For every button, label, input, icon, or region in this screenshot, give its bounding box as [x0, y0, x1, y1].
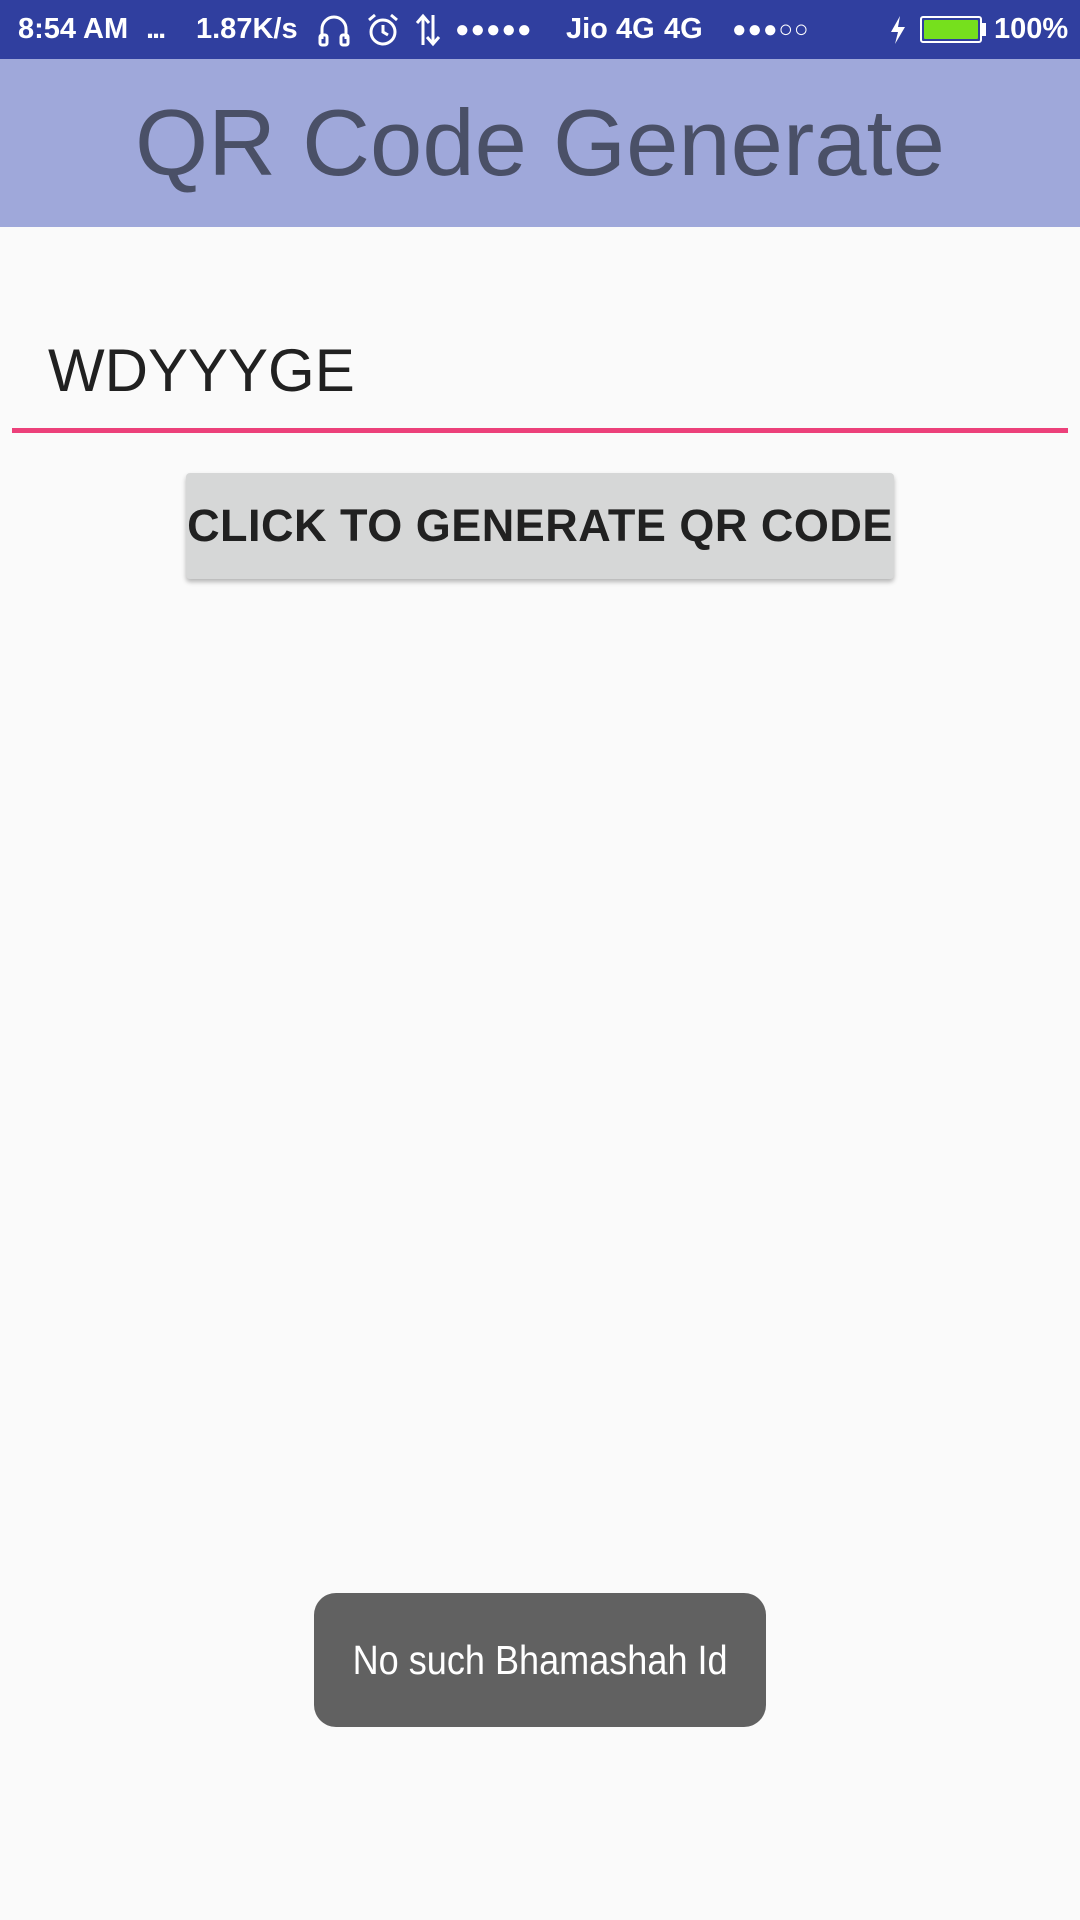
status-bar: 8:54 AM ... 1.87K/s ●●●●● Jio 4G 4G ●●●○…	[0, 0, 1080, 59]
status-network-type: 4G	[664, 13, 703, 45]
signal-strength-2: ●●●○○	[732, 16, 810, 43]
signal-strength-1: ●●●●●	[455, 16, 533, 43]
status-more-indicator: ...	[146, 13, 166, 45]
headphones-icon	[318, 0, 350, 59]
battery-icon	[920, 16, 982, 43]
alarm-icon	[366, 0, 400, 59]
status-carrier: Jio 4G	[566, 13, 655, 45]
app-title: QR Code Generate	[135, 90, 945, 195]
generate-qr-button[interactable]: CLICK TO GENERATE QR CODE	[186, 473, 894, 579]
toast-message: No such Bhamashah Id	[314, 1593, 766, 1727]
app-bar: QR Code Generate	[0, 59, 1080, 227]
input-underline	[12, 428, 1068, 433]
id-input[interactable]	[48, 330, 1028, 410]
battery-percent: 100%	[994, 13, 1069, 45]
battery-level-fill	[924, 20, 978, 39]
toast-text: No such Bhamashah Id	[352, 1636, 728, 1683]
data-transfer-icon	[414, 0, 442, 59]
battery-nub	[982, 23, 986, 36]
id-input-container	[12, 300, 1068, 436]
charging-bolt-icon	[888, 0, 908, 59]
status-network-speed: 1.87K/s	[196, 13, 298, 45]
status-time: 8:54 AM	[18, 13, 129, 45]
